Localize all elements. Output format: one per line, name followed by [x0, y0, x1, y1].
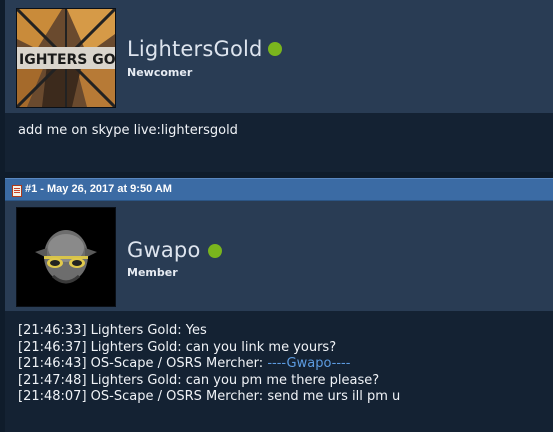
- chat-sender: OS-Scape / OSRS Mercher:: [90, 389, 264, 404]
- chat-sender: Lighters Gold:: [90, 323, 182, 338]
- chat-line: [21:46:37] Lighters Gold: can you link m…: [18, 340, 400, 357]
- chat-timestamp: [21:47:48]: [18, 372, 87, 388]
- post-permalink[interactable]: #1 - May 26, 2017 at 9:50 AM: [25, 183, 172, 195]
- chat-line: [21:46:33] Lighters Gold: Yes: [18, 323, 400, 340]
- chat-sender: Lighters Gold:: [90, 339, 182, 355]
- chat-sender: OS-Scape / OSRS Mercher:: [90, 356, 264, 371]
- avatar-logo-text: IGHTERS GOL: [19, 52, 115, 68]
- user-rank: Newcomer: [127, 66, 193, 79]
- username[interactable]: LightersGold: [127, 37, 263, 61]
- chat-text: can you link me yours?: [185, 339, 337, 355]
- chat-text: send me urs ill pm u: [267, 389, 401, 404]
- chat-timestamp: [21:46:43]: [18, 356, 87, 371]
- chat-timestamp: [21:48:07]: [18, 389, 87, 404]
- chat-text: can you pm me there please?: [185, 372, 380, 388]
- chat-timestamp: [21:46:33]: [18, 323, 87, 338]
- post-gwapo: Gwapo Member [21:46:33] Lighters Gold: Y…: [5, 201, 553, 432]
- avatar-image: IGHTERS GOL: [17, 9, 115, 107]
- post-author-header: Gwapo Member: [5, 201, 553, 311]
- user-rank: Member: [127, 266, 178, 279]
- post-message: add me on skype live:lightersgold: [18, 123, 238, 138]
- avatar[interactable]: IGHTERS GOL: [16, 8, 116, 108]
- username[interactable]: Gwapo: [127, 238, 201, 262]
- post-author-header: IGHTERS GOL LightersGold Newcomer: [5, 0, 553, 113]
- chat-sender: Lighters Gold:: [90, 372, 182, 388]
- avatar[interactable]: [16, 207, 116, 307]
- post-message: [21:46:33] Lighters Gold: Yes [21:46:37]…: [18, 323, 400, 406]
- post-meta-bar: #1 - May 26, 2017 at 9:50 AM: [5, 178, 553, 201]
- post-icon: [12, 185, 22, 197]
- online-status-icon: [208, 244, 222, 258]
- post-lightersgold: IGHTERS GOL LightersGold Newcomer add me…: [5, 0, 553, 172]
- chat-line: [21:48:07] OS-Scape / OSRS Mercher: send…: [18, 389, 400, 406]
- chat-line: [21:47:48] Lighters Gold: can you pm me …: [18, 373, 400, 390]
- chat-timestamp: [21:46:37]: [18, 339, 87, 355]
- online-status-icon: [268, 42, 282, 56]
- avatar-image: [17, 208, 115, 306]
- chat-line: [21:46:43] OS-Scape / OSRS Mercher: ----…: [18, 356, 400, 373]
- chat-link[interactable]: ----Gwapo----: [267, 356, 350, 371]
- chat-text: Yes: [185, 323, 207, 338]
